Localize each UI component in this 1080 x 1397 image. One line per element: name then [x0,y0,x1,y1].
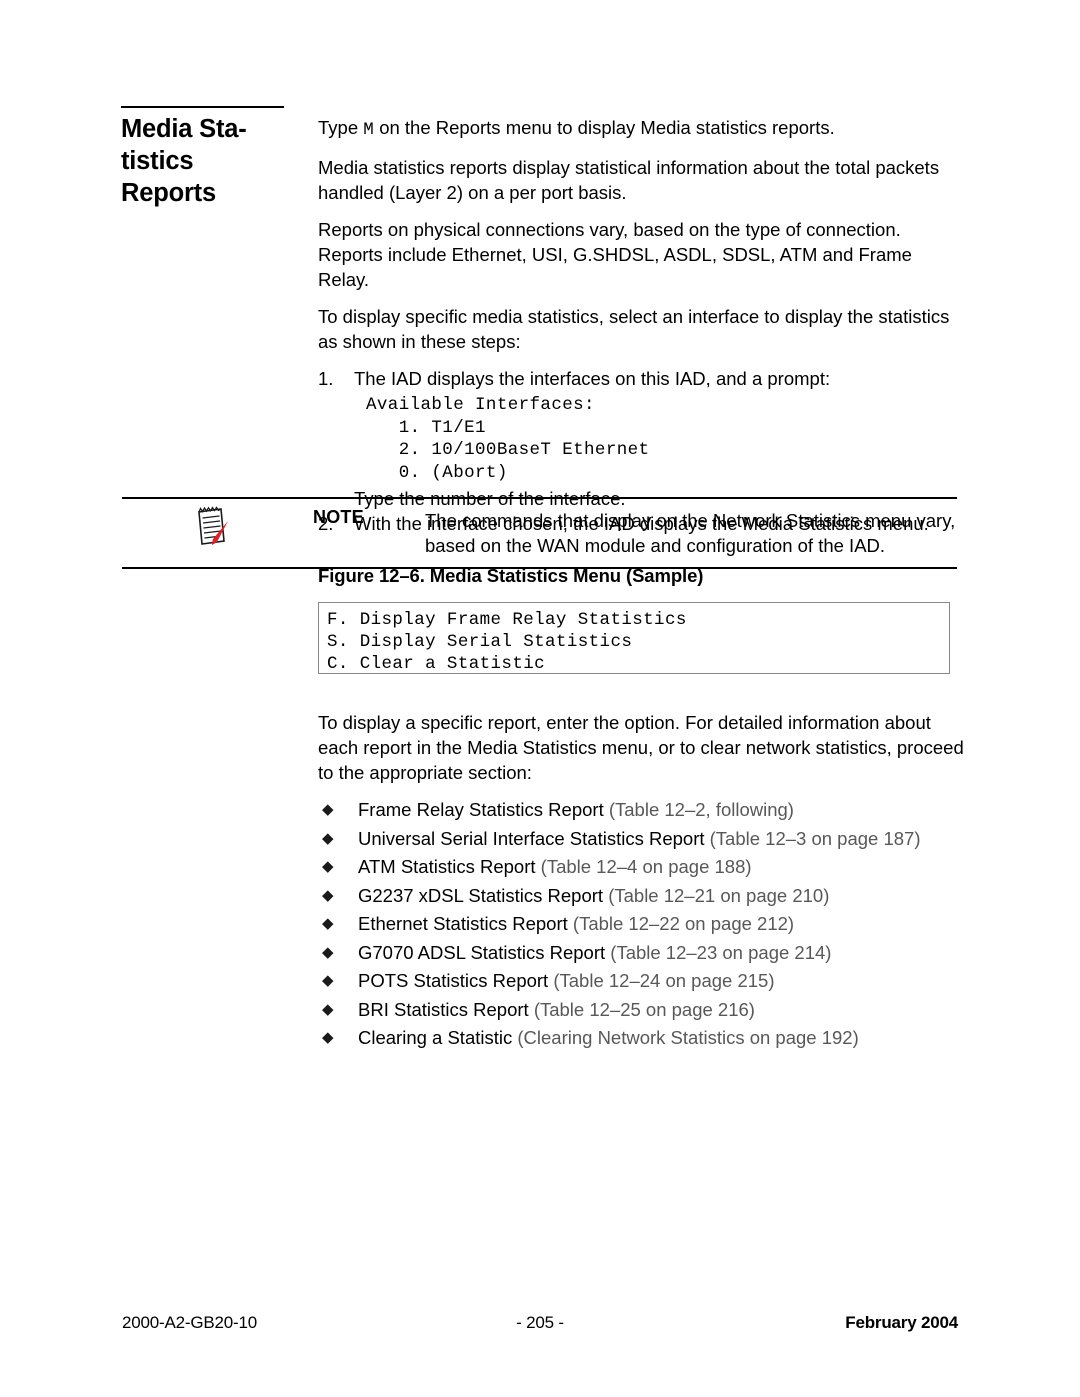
list-item-xref[interactable]: (Table 12–25 on page 216) [534,999,755,1020]
notepad-pencil-icon [190,505,234,551]
diamond-bullet-icon: ◆ [322,886,334,904]
list-item[interactable]: ◆ G7070 ADSL Statistics Report (Table 12–… [318,940,968,967]
figure-box: F. Display Frame Relay Statistics S. Dis… [318,602,950,674]
list-item-xref[interactable]: (Table 12–2, following) [609,799,794,820]
list-item-label: BRI Statistics Report [358,998,534,1020]
list-item-xref[interactable]: (Table 12–23 on page 214) [610,942,831,963]
list-item-xref[interactable]: (Table 12–21 on page 210) [608,885,829,906]
intro-p1-pre: Type [318,117,364,138]
footer-page-number: - 205 - [516,1313,564,1332]
diamond-bullet-icon: ◆ [322,858,334,875]
figure-caption: Figure 12–6. Media Statistics Menu (Samp… [318,565,704,586]
heading-rule [121,106,284,108]
report-links-list: ◆ Frame Relay Statistics Report (Table 12… [318,797,968,1052]
list-item-label: Universal Serial Interface Statistics Re… [358,827,710,849]
figure-menu-text: F. Display Frame Relay Statistics S. Dis… [327,610,687,674]
diamond-bullet-icon: ◆ [322,915,334,932]
diamond-bullet-icon: ◆ [322,1029,334,1046]
list-item[interactable]: ◆ Universal Serial Interface Statistics R… [318,826,968,853]
note-block: NOTE The commands that display on the Ne… [122,497,957,569]
list-item[interactable]: ◆ ATM Statistics Report (Table 12–4 on pa… [318,854,968,881]
list-item[interactable]: ◆ Ethernet Statistics Report (Table 12–22… [318,911,968,938]
intro-paragraph-2: Media statistics reports display statist… [318,157,940,203]
step-item-1: 1. The IAD displays the interfaces on th… [318,366,963,511]
intro-p1-command: M [363,120,375,140]
note-label: NOTE [313,507,364,527]
list-item[interactable]: ◆ Clearing a Statistic (Clearing Network … [318,1025,968,1052]
step-number: 1. [318,368,334,389]
list-item-label: ATM Statistics Report [358,856,541,877]
list-item-xref[interactable]: (Table 12–4 on page 188) [541,856,752,877]
footer-date: February 2004 [845,1313,958,1332]
list-item-label: Frame Relay Statistics Report [358,799,609,820]
body-column: Type M on the Reports menu to display Me… [318,115,963,536]
diamond-bullet-icon: ◆ [322,829,334,847]
list-item-label: Clearing a Statistic [358,1027,518,1048]
diamond-bullet-icon: ◆ [322,943,334,961]
available-interfaces-code: Available Interfaces: 1. T1/E1 2. 10/100… [366,395,650,483]
list-item-xref[interactable]: (Clearing Network Statistics on page 192… [517,1027,858,1048]
list-item-xref[interactable]: (Table 12–22 on page 212) [573,913,794,934]
list-item-label: G2237 xDSL Statistics Report [358,884,609,906]
after-figure-section: To display a specific report, enter the … [318,710,968,1054]
note-inner: NOTE The commands that display on the Ne… [122,499,957,567]
diamond-bullet-icon: ◆ [322,801,334,818]
list-item[interactable]: ◆ POTS Statistics Report (Table 12–24 on … [318,968,968,995]
intro-paragraph-3: Reports on physical connections vary, ba… [318,219,912,290]
intro-p1-post: on the Reports menu to display Media sta… [374,117,835,138]
intro-paragraph-4: To display specific media statistics, se… [318,306,950,352]
step-text: The IAD displays the interfaces on this … [354,368,831,389]
diamond-bullet-icon: ◆ [322,1000,334,1018]
list-item[interactable]: ◆ BRI Statistics Report (Table 12–25 on p… [318,997,968,1024]
list-item-label: Ethernet Statistics Report [358,913,573,934]
list-item-xref[interactable]: (Table 12–24 on page 215) [553,970,774,991]
intro-paragraph-1: Type M on the Reports menu to display Me… [318,115,963,143]
page-title: Media Sta- tistics Reports [121,115,247,207]
list-item-label: G7070 ADSL Statistics Report [358,941,611,963]
list-item[interactable]: ◆ Frame Relay Statistics Report (Table 12… [318,797,968,824]
note-text: The commands that display on the Network… [425,510,956,556]
list-item[interactable]: ◆ G2237 xDSL Statistics Report (Table 12–… [318,883,968,910]
after-figure-paragraph: To display a specific report, enter the … [318,712,964,783]
document-page: Media Sta- tistics Reports Type M on the… [0,0,1080,1397]
list-item-label: POTS Statistics Report [358,970,554,991]
list-item-xref[interactable]: (Table 12–3 on page 187) [710,828,921,849]
diamond-bullet-icon: ◆ [322,972,334,989]
